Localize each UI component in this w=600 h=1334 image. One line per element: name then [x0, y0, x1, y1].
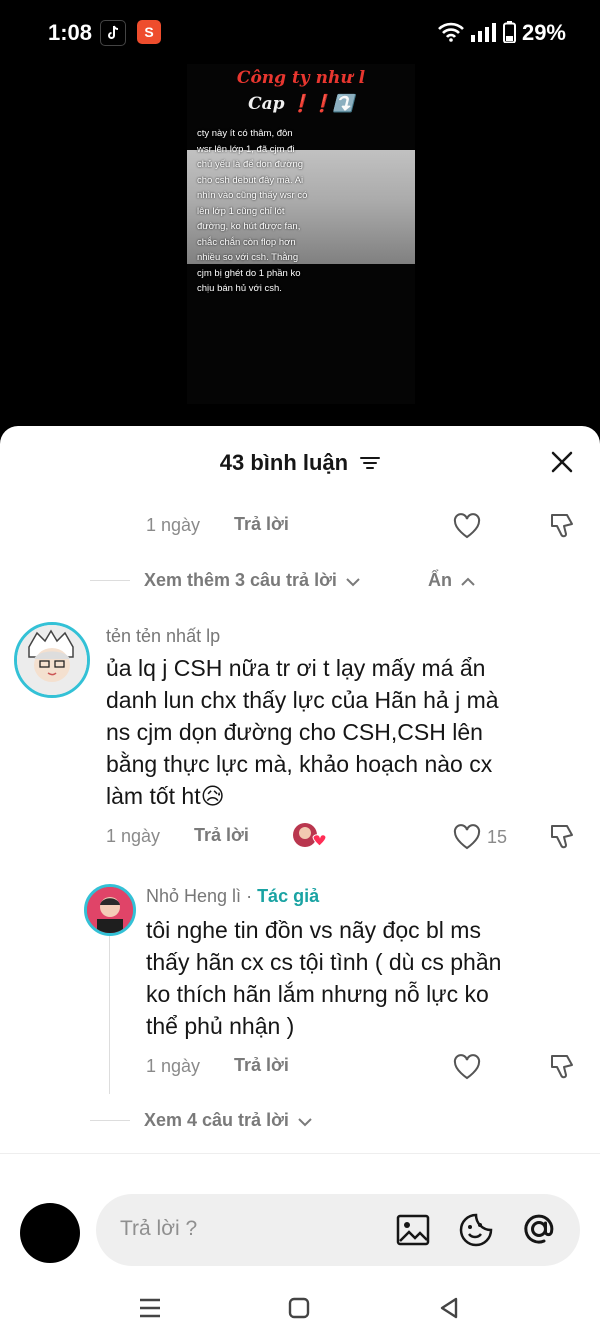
comments-sheet: 43 bình luận 1 ngày Trả lời Xem thêm 3 c…	[0, 426, 600, 1334]
comment-text: ủa lq j CSH nữa tr ơi t lạy mấy má ẩn da…	[106, 652, 499, 812]
menu-icon[interactable]	[138, 1297, 162, 1324]
video-player[interactable]: Công ty như l Cap ❗❗⤵️ cty này ít có thâ…	[0, 64, 600, 444]
dislike-icon[interactable]	[548, 512, 578, 540]
dislike-icon[interactable]	[548, 1053, 578, 1081]
chevron-down-icon	[346, 571, 360, 592]
status-bar: 1:08 S 29%	[0, 0, 600, 64]
wifi-icon	[438, 22, 464, 47]
video-title-line2: Cap ❗❗⤵️	[248, 94, 354, 114]
comment-username[interactable]: tẻn tẻn nhất lp	[106, 626, 220, 647]
thread-line	[109, 926, 110, 1094]
video-frame: Công ty như l Cap ❗❗⤵️ cty này ít có thâ…	[187, 64, 415, 404]
filter-icon[interactable]	[360, 451, 381, 477]
reply-text: tôi nghe tin đồn vs nãy đọc bl ms thấy h…	[146, 914, 501, 1042]
comments-count: 43 bình luận	[219, 450, 349, 475]
status-time: 1:08	[48, 20, 93, 45]
see-more-replies-label: Xem thêm 3 câu trả lời	[144, 570, 337, 590]
back-icon[interactable]	[438, 1297, 460, 1324]
avatar[interactable]	[14, 622, 90, 698]
shopee-icon: S	[137, 20, 161, 44]
see-more-replies[interactable]: Xem thêm 3 câu trả lời	[144, 570, 360, 592]
reply-line: thấy hãn cx cs tội tình ( dù cs phần	[146, 949, 502, 975]
like-count: 15	[487, 827, 508, 847]
comment-line: ns cjm dọn đường cho CSH,CSH lên	[106, 719, 483, 745]
home-icon[interactable]	[288, 1297, 310, 1324]
dislike-icon[interactable]	[548, 823, 578, 851]
reply-username-row: Nhỏ Heng lì · Tác giả	[146, 886, 319, 907]
heart-icon[interactable]	[452, 512, 482, 540]
reply-input[interactable]: Trả lời ?	[96, 1194, 580, 1266]
emoji-icon[interactable]	[458, 1212, 494, 1253]
reply-input-placeholder: Trả lời ?	[120, 1217, 198, 1240]
heart-icon[interactable]	[452, 823, 482, 851]
reply-line: ko thích hãn lắm nhưng nỗ lực ko	[146, 981, 489, 1007]
comment-line: danh lun chx thấy lực của Hãn hả j mà	[106, 687, 499, 713]
close-icon[interactable]	[550, 450, 574, 474]
comment-line: bằng thực lực mà, khảo hoạch nào cx	[106, 751, 493, 777]
reply-line: thể phủ nhận )	[146, 1013, 295, 1039]
tiktok-icon	[100, 20, 126, 46]
see-replies-label: Xem 4 câu trả lời	[144, 1110, 289, 1130]
chevron-down-icon	[298, 1111, 312, 1132]
hide-replies-label: Ẩn	[428, 570, 452, 590]
reply-line: tôi nghe tin đồn vs nãy đọc bl ms	[146, 917, 481, 943]
hide-replies[interactable]: Ẩn	[428, 570, 475, 592]
reply-button[interactable]: Trả lời	[234, 1055, 289, 1076]
comment-line: làm tốt ht😥	[106, 783, 225, 809]
video-caption: cty này ít có thâm, đôn wsr lên lớp 1, đ…	[197, 128, 308, 294]
my-avatar[interactable]	[20, 1203, 80, 1263]
image-icon[interactable]	[396, 1214, 430, 1251]
reply-timestamp: 1 ngày	[146, 1056, 201, 1076]
reply-username[interactable]: Nhỏ Heng lì	[146, 886, 241, 906]
heart-icon[interactable]	[452, 1053, 482, 1081]
reply-timestamp: 1 ngày	[146, 515, 201, 535]
battery-icon	[503, 21, 516, 48]
mention-icon[interactable]	[520, 1210, 558, 1253]
comment-line: ủa lq j CSH nữa tr ơi t lạy mấy má ẩn	[106, 655, 486, 681]
signal-icon	[470, 22, 496, 47]
reply-button[interactable]: Trả lời	[234, 514, 289, 535]
battery-percentage: 29%	[521, 20, 566, 45]
thread-divider	[90, 1120, 130, 1121]
comment-timestamp: 1 ngày	[106, 826, 161, 846]
author-badge: Tác giả	[257, 886, 320, 906]
see-replies[interactable]: Xem 4 câu trả lời	[144, 1110, 312, 1132]
thread-divider	[90, 580, 130, 581]
chevron-up-icon	[461, 571, 475, 592]
video-title-line1: Công ty như l	[236, 68, 366, 88]
avatar[interactable]	[84, 884, 136, 936]
reply-button[interactable]: Trả lời	[194, 825, 249, 846]
creator-liked-avatar	[292, 822, 327, 853]
comment-composer: Trả lời ?	[0, 1153, 600, 1334]
reply-separator: ·	[241, 886, 258, 906]
comments-header: 43 bình luận	[0, 450, 600, 477]
